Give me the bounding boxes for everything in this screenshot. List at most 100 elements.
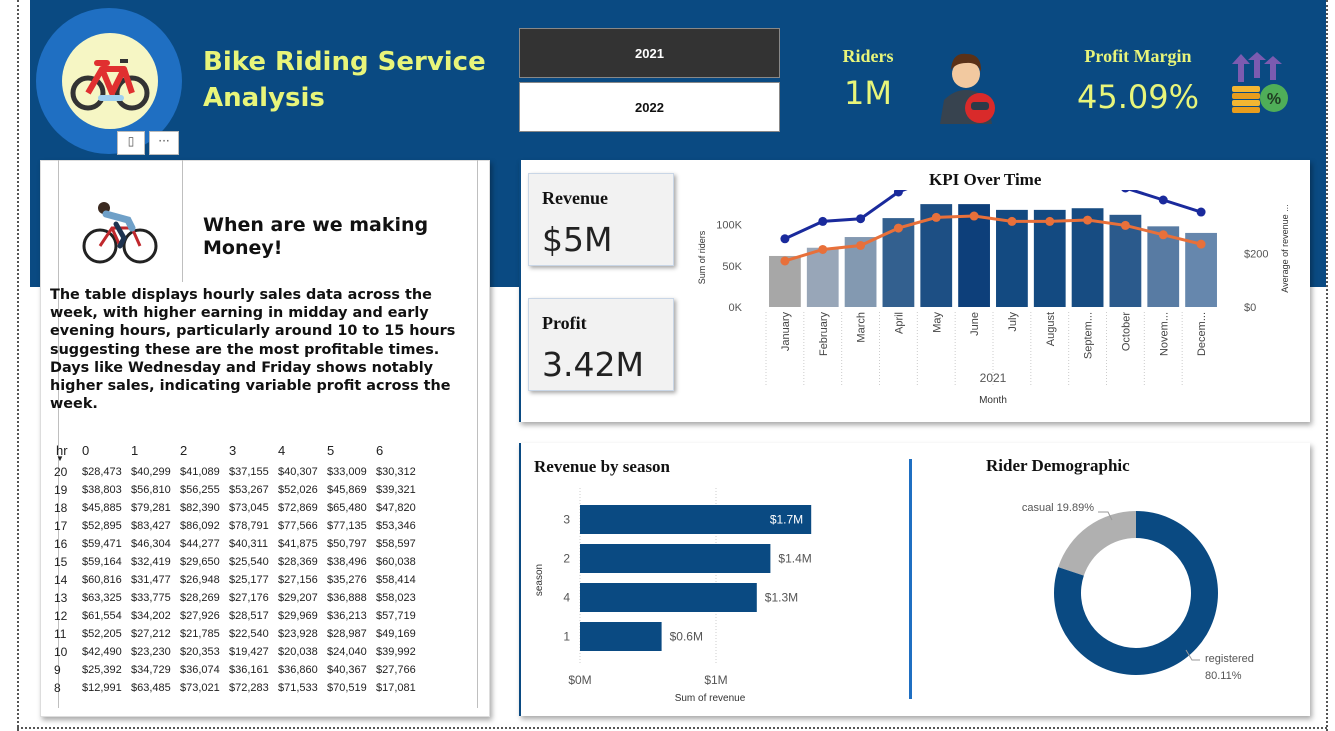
matrix-cell: $25,540 — [229, 556, 269, 568]
insight-text: The table displays hourly sales data acr… — [50, 287, 456, 413]
matrix-cell: $56,810 — [131, 484, 171, 496]
svg-text:%: % — [1267, 91, 1281, 108]
profit-value: 3.42M — [542, 345, 644, 384]
matrix-cell: $36,860 — [278, 664, 318, 676]
kpi-line-point — [818, 216, 828, 226]
matrix-cell: $31,477 — [131, 574, 171, 586]
kpi-line-point — [1121, 190, 1130, 193]
matrix-cell: $52,895 — [82, 520, 122, 532]
donut-data-label: 80.11% — [1205, 670, 1242, 682]
season-chart-title: Revenue by season — [534, 457, 671, 476]
season-tick-label: 1 — [563, 630, 570, 644]
kpi-line-point — [780, 256, 790, 266]
bike-icon — [62, 33, 158, 129]
matrix-cell: $50,797 — [327, 538, 367, 550]
year-2021-button[interactable]: 2021 — [519, 28, 780, 78]
kpi-line-point — [1007, 216, 1017, 226]
matrix-cell: $12,991 — [82, 682, 122, 694]
matrix-cell: $28,473 — [82, 466, 122, 478]
year-2022-button[interactable]: 2022 — [519, 82, 780, 132]
matrix-cell: $30,312 — [376, 466, 416, 478]
matrix-cell: $82,390 — [180, 502, 220, 514]
matrix-cell: $41,875 — [278, 538, 318, 550]
kpi-chart-title: KPI Over Time — [929, 170, 1042, 189]
matrix-cell: $56,255 — [180, 484, 220, 496]
matrix-cell: $59,471 — [82, 538, 122, 550]
matrix-cell: $27,926 — [180, 610, 220, 622]
matrix-cell: $34,729 — [131, 664, 171, 676]
kpi-line-point — [1158, 195, 1168, 205]
matrix-row-header[interactable]: hr ▼ — [50, 437, 82, 464]
table-row: 20 $28,473 $40,299 $41,089 $37,155 $40,307 $33… — [50, 463, 425, 481]
month-tick-label: Novem... — [1158, 312, 1170, 356]
matrix-col-header[interactable]: 0 — [82, 437, 131, 463]
focus-mode-icon[interactable]: ▯ — [117, 131, 145, 155]
matrix-cell: $33,775 — [131, 592, 171, 604]
matrix-cell: $33,009 — [327, 466, 367, 478]
matrix-cell: $21,785 — [180, 628, 220, 640]
app-title: Bike Riding Service Analysis — [203, 47, 486, 113]
matrix-col-header[interactable]: 3 — [229, 437, 278, 463]
matrix-cell: $65,480 — [327, 502, 367, 514]
donut-data-label: registered — [1205, 653, 1254, 665]
month-tick-label: January — [780, 312, 792, 352]
matrix-cell: $35,276 — [327, 574, 367, 586]
matrix-cell: $36,161 — [229, 664, 269, 676]
matrix-cell: $37,155 — [229, 466, 269, 478]
rider-demographic-chart: casual 19.89% registered 80.11% — [1022, 502, 1254, 682]
kpi-line-point — [1158, 230, 1168, 240]
matrix-cell: $52,026 — [278, 484, 318, 496]
riders-value: 1M — [844, 74, 892, 112]
kpi-line-point — [1045, 216, 1055, 226]
kpi-over-time-chart: January February March April May June July Augu… — [697, 190, 1290, 406]
matrix-col-header[interactable]: 6 — [376, 437, 425, 463]
x-group-label: 2021 — [980, 371, 1007, 385]
profit-label: Profit — [542, 313, 587, 333]
matrix-cell: $45,885 — [82, 502, 122, 514]
matrix-cell: $29,650 — [180, 556, 220, 568]
matrix-cell: $58,597 — [376, 538, 416, 550]
donut-slice — [1058, 511, 1136, 576]
more-options-icon[interactable]: ··· — [149, 131, 179, 155]
kpi-line-point — [1083, 215, 1093, 225]
y-axis-label: season — [534, 564, 545, 596]
y-tick-label: 50K — [722, 261, 742, 273]
y2-tick-label: $200 — [1244, 249, 1268, 261]
insight-title: When are we making Money! — [203, 214, 429, 259]
matrix-cell: $77,135 — [327, 520, 367, 532]
kpi-line-point — [1120, 220, 1130, 230]
matrix-row-label: 12 — [54, 609, 68, 623]
matrix-col-header[interactable]: 4 — [278, 437, 327, 463]
matrix-row-label: 20 — [54, 465, 68, 479]
matrix-cell: $46,304 — [131, 538, 171, 550]
matrix-row-label: 14 — [54, 573, 68, 587]
matrix-cell: $47,820 — [376, 502, 416, 514]
table-row: 16 $59,471 $46,304 $44,277 $40,311 $41,875 $50… — [50, 535, 425, 553]
matrix-cell: $36,213 — [327, 610, 367, 622]
matrix-col-header[interactable]: 5 — [327, 437, 376, 463]
matrix-cell: $28,987 — [327, 628, 367, 640]
revenue-label: Revenue — [542, 188, 608, 208]
matrix-cell: $42,490 — [82, 646, 122, 658]
month-tick-label: February — [818, 312, 830, 357]
matrix-cell: $72,869 — [278, 502, 318, 514]
sort-desc-icon[interactable]: ▼ — [56, 454, 64, 463]
riders-label: Riders — [842, 46, 894, 66]
matrix-row-label: 9 — [54, 663, 61, 677]
month-tick-label: March — [856, 312, 868, 343]
matrix-cell: $72,283 — [229, 682, 269, 694]
matrix-col-header[interactable]: 2 — [180, 437, 229, 463]
revenue-by-season-chart: 3 $1.7M 2 $1.4M 4 $1.3M 1 $0.6M $0M $1M Sum of rev… — [534, 488, 812, 704]
matrix-cell: $70,519 — [327, 682, 367, 694]
matrix-row-label: 17 — [54, 519, 68, 533]
month-tick-label: June — [969, 312, 981, 336]
matrix-cell: $60,038 — [376, 556, 416, 568]
matrix-col-header[interactable]: 1 — [131, 437, 180, 463]
season-bar — [580, 622, 662, 651]
season-data-label: $1.7M — [770, 513, 803, 527]
matrix-header-row: hr ▼ 0 1 2 3 4 5 6 — [50, 437, 425, 464]
table-row: 10 $42,490 $23,230 $20,353 $19,427 $20,038 $24… — [50, 643, 425, 661]
season-data-label: $1.3M — [765, 591, 798, 605]
matrix-cell: $27,212 — [131, 628, 171, 640]
matrix-row-label: 16 — [54, 537, 68, 551]
